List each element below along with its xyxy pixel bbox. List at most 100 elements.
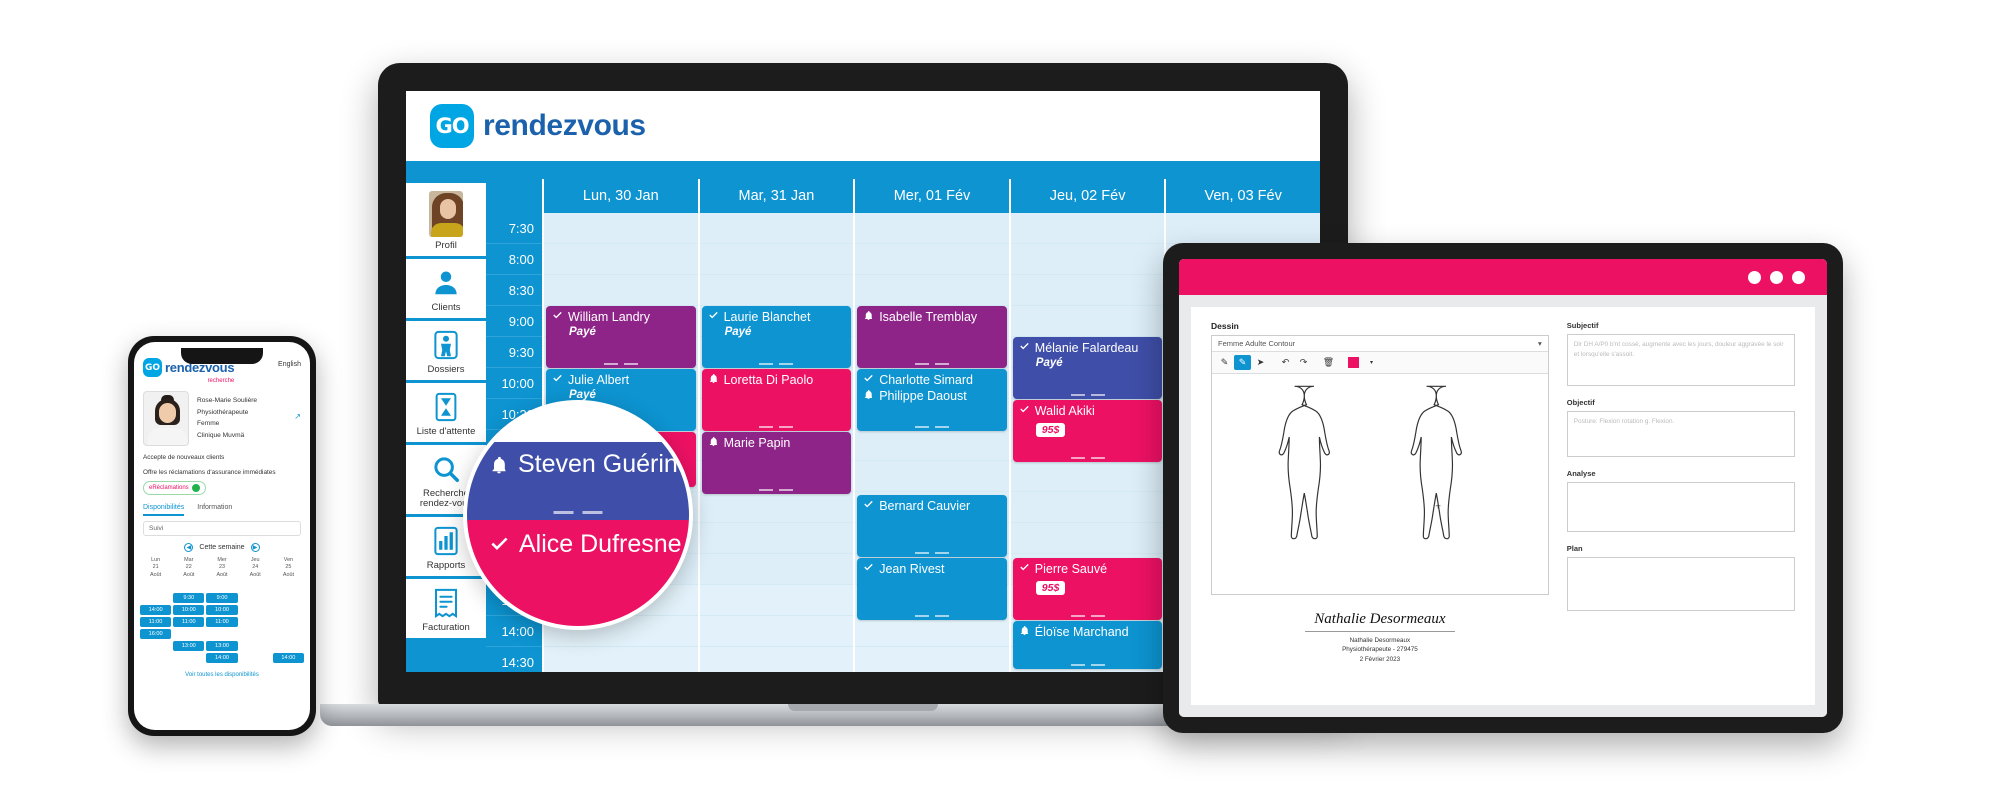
calendar-slot[interactable] — [544, 275, 698, 306]
appointment-block[interactable]: Walid Akiki 95$ — [1012, 400, 1163, 462]
day-header-0[interactable]: Lun, 30 Jan — [542, 179, 698, 213]
resize-handle[interactable] — [914, 363, 949, 365]
calendar-slot[interactable] — [1166, 213, 1320, 244]
see-all-availability-link[interactable]: Voir toutes les disponibilités — [134, 672, 310, 678]
calendar-slot[interactable] — [855, 430, 1009, 461]
calendar-slot[interactable] — [1010, 244, 1165, 275]
calendar-slot[interactable] — [1010, 213, 1165, 244]
calendar-slot[interactable] — [1010, 461, 1165, 492]
undo-icon[interactable]: ↶ — [1277, 355, 1294, 370]
calendar-slot[interactable] — [855, 275, 1009, 306]
field-input-objectif[interactable]: Posture: Flexion rotation g. Flexion. — [1566, 411, 1795, 457]
phone-tab-0[interactable]: Disponibilités — [143, 504, 185, 516]
highlighter-icon[interactable]: ✎ — [1234, 355, 1251, 370]
day-header-4[interactable]: Ven, 03 Fév — [1164, 179, 1320, 213]
calendar-slot[interactable] — [544, 213, 698, 244]
appointment-block[interactable]: Laurie Blanchet Payé — [701, 306, 852, 368]
time-slot-button[interactable]: 11:00 — [206, 616, 238, 627]
body-diagram-canvas[interactable]: + — [1212, 374, 1548, 594]
calendar-slot[interactable] — [699, 244, 854, 275]
calendar-slot[interactable] — [699, 275, 854, 306]
color-dropdown-icon[interactable]: ▾ — [1363, 355, 1380, 370]
calendar-slot[interactable] — [699, 492, 854, 523]
resize-handle[interactable] — [759, 426, 794, 428]
sidebar-item-profil[interactable]: Profil — [406, 183, 486, 256]
service-select[interactable]: Suivi — [143, 521, 301, 536]
resize-handle[interactable] — [914, 426, 949, 428]
calendar-slot[interactable] — [855, 461, 1009, 492]
appointment-block[interactable]: Isabelle Tremblay — [857, 306, 1007, 368]
calendar-slot[interactable] — [699, 523, 854, 554]
calendar-slot[interactable] — [699, 554, 854, 585]
time-slot-button[interactable]: 10:00 — [173, 604, 205, 615]
appt-handle[interactable] — [553, 511, 603, 514]
sidebar-item-dossiers[interactable]: Dossiers — [406, 320, 486, 380]
appointment-block[interactable]: Mélanie Falardeau Payé — [1012, 337, 1163, 399]
brand-logo[interactable]: GO rendezvous — [430, 104, 646, 148]
resize-handle[interactable] — [1070, 394, 1105, 396]
appointment-block[interactable]: Pierre Sauvé 95$ — [1012, 558, 1163, 620]
resize-handle[interactable] — [1070, 615, 1105, 617]
time-slot-button[interactable]: 13:00 — [173, 640, 205, 651]
calendar-slot[interactable] — [855, 647, 1009, 672]
time-slot-button[interactable]: 13:00 — [206, 640, 238, 651]
trash-icon[interactable]: 🗑 — [1320, 355, 1337, 370]
time-slot-button[interactable]: 11:00 — [173, 616, 205, 627]
time-slot-button[interactable]: 9:30 — [173, 592, 205, 603]
appointment-block[interactable]: Jean Rivest — [857, 558, 1007, 620]
field-input-analyse[interactable] — [1566, 482, 1795, 532]
magnified-appointment-top[interactable]: Steven Guérin — [467, 442, 689, 520]
time-slot-button[interactable]: 10:00 — [206, 604, 238, 615]
calendar-slot[interactable] — [700, 647, 854, 672]
calendar-slot[interactable] — [1010, 492, 1165, 523]
time-slot-button[interactable]: 16:00 — [140, 628, 172, 639]
calendar-slot[interactable] — [1010, 523, 1165, 554]
next-week-icon[interactable]: ▶ — [250, 543, 260, 552]
resize-handle[interactable] — [914, 615, 949, 617]
resize-handle[interactable] — [914, 552, 949, 554]
field-input-subjectif[interactable]: Dlr DH A/P0 b'nt cossé, augmente avec le… — [1566, 334, 1795, 386]
calendar-slot[interactable] — [699, 213, 854, 244]
prev-week-icon[interactable]: ◀ — [184, 543, 194, 552]
calendar-slot[interactable] — [855, 244, 1009, 275]
day-column-3[interactable]: Mélanie Falardeau Payé Walid Akiki 95$ Pierr… — [1008, 213, 1165, 672]
appointment-block[interactable]: Éloïse Marchand — [1012, 621, 1163, 669]
appointment-block[interactable]: Bernard Cauvier — [857, 495, 1007, 557]
language-switch[interactable]: English — [278, 358, 301, 368]
calendar-slot[interactable] — [699, 616, 854, 647]
sidebar-item-clients[interactable]: Clients — [406, 258, 486, 318]
time-slot-button[interactable]: 14:00 — [272, 652, 305, 663]
resize-handle[interactable] — [603, 363, 638, 365]
calendar-slot[interactable] — [699, 585, 854, 616]
time-slot-button[interactable]: 14:00 — [140, 604, 172, 615]
calendar-slot[interactable] — [1010, 275, 1165, 306]
day-header-3[interactable]: Jeu, 02 Fév — [1008, 179, 1165, 213]
appointment-block[interactable]: Marie Papin — [701, 432, 852, 494]
calendar-slot[interactable] — [855, 213, 1009, 244]
time-slot-button[interactable]: 9:00 — [206, 592, 238, 603]
template-select[interactable]: Femme Adulte Contour ▾ — [1212, 336, 1548, 352]
phone-tab-1[interactable]: Information — [197, 504, 232, 516]
resize-handle[interactable] — [1070, 664, 1105, 666]
time-slot-button[interactable]: 11:00 — [140, 616, 172, 627]
resize-handle[interactable] — [759, 363, 794, 365]
cursor-icon[interactable]: ➤ — [1252, 355, 1269, 370]
day-column-2[interactable]: Isabelle Tremblay Charlotte Simard Philipp… — [853, 213, 1009, 672]
calendar-slot[interactable] — [1010, 306, 1165, 337]
color-swatch-icon[interactable] — [1345, 355, 1362, 370]
window-dot-icon[interactable] — [1792, 270, 1805, 284]
day-header-1[interactable]: Mar, 31 Jan — [697, 179, 854, 213]
day-column-1[interactable]: Laurie Blanchet Payé Loretta Di Paolo Marie… — [697, 213, 854, 672]
day-header-2[interactable]: Mer, 01 Fév — [853, 179, 1009, 213]
external-link-icon[interactable]: ↗ — [294, 412, 301, 421]
resize-handle[interactable] — [1070, 457, 1105, 459]
window-dot-icon[interactable] — [1770, 270, 1783, 284]
appointment-block[interactable]: Charlotte Simard Philippe Daoust — [857, 369, 1007, 431]
window-dot-icon[interactable] — [1748, 270, 1761, 284]
magnified-appointment-bottom[interactable]: Alice Dufresne — [467, 520, 689, 626]
calendar-slot[interactable] — [544, 244, 698, 275]
calendar-slot[interactable] — [544, 647, 698, 672]
appointment-block[interactable]: William Landry Payé — [546, 306, 696, 368]
time-slot-button[interactable]: 14:00 — [206, 652, 238, 663]
appointment-block[interactable]: Loretta Di Paolo — [701, 369, 852, 431]
